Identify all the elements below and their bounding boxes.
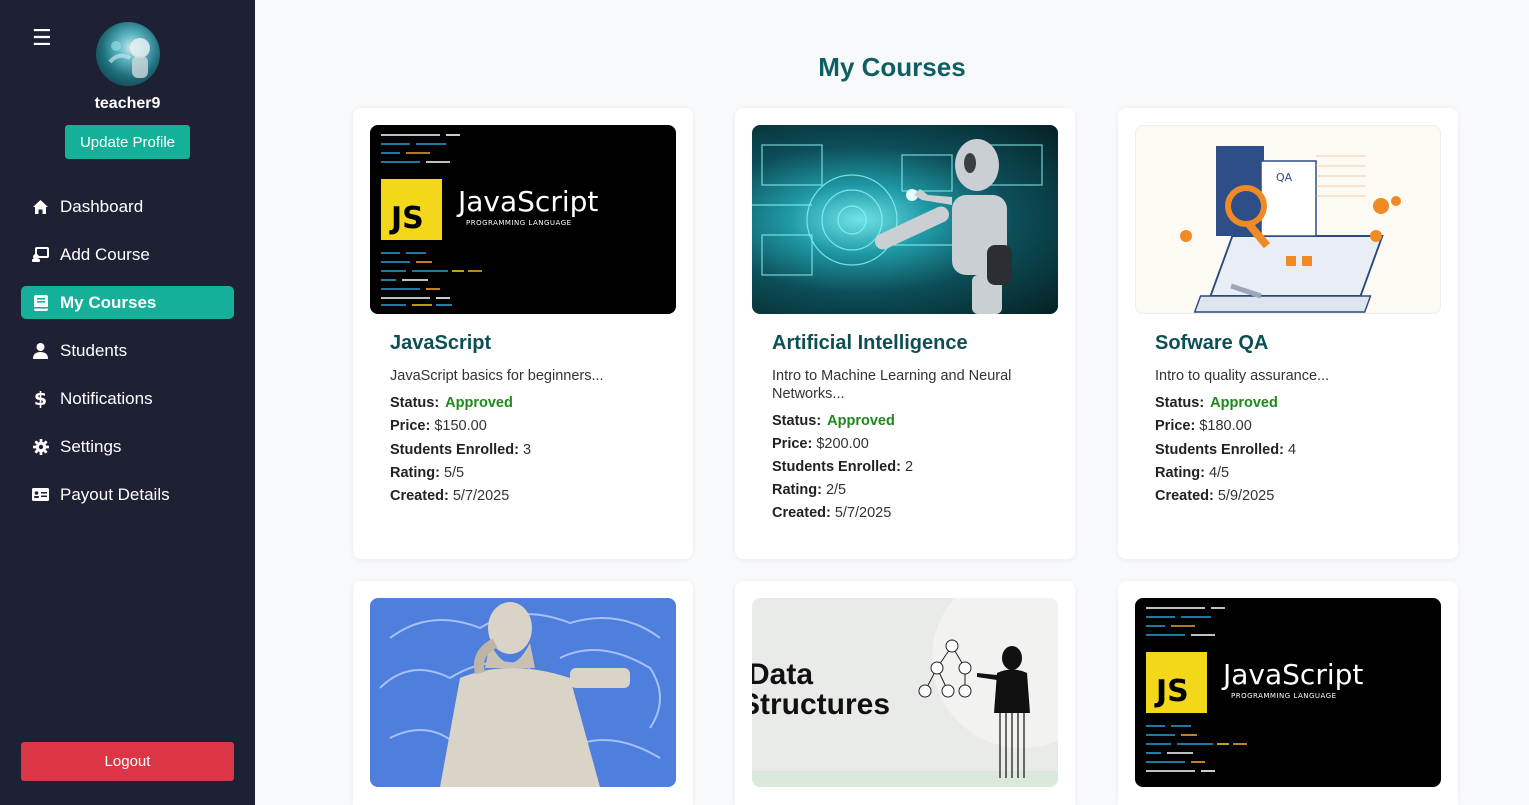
- course-price: Price: $180.00: [1155, 418, 1252, 434]
- sidebar-item-label: My Courses: [60, 292, 157, 312]
- hamburger-menu-icon[interactable]: ☰: [32, 28, 52, 50]
- course-title: Sofware QA: [1155, 332, 1269, 354]
- course-title: JavaScript: [390, 332, 492, 354]
- course-created: Created: 5/9/2025: [1155, 488, 1275, 504]
- course-created: Created: 5/7/2025: [772, 505, 892, 521]
- username: teacher9: [94, 95, 161, 112]
- course-description: Intro to Machine Learning and Neural Net…: [772, 368, 1012, 402]
- ai-robot-thumbnail: [752, 125, 1058, 314]
- data-structures-heading: Data Structures: [752, 658, 891, 721]
- sidebar-item-label: Students: [60, 340, 128, 360]
- sidebar-item-settings[interactable]: Settings: [21, 430, 234, 463]
- svg-text:QA: QA: [1276, 171, 1293, 184]
- course-card[interactable]: JS JavaScript PROGRAMMING LANGUAGE: [1118, 581, 1458, 805]
- sidebar-item-dashboard[interactable]: Dashboard: [21, 190, 234, 223]
- home-icon: [32, 198, 49, 215]
- course-students: Students Enrolled: 2: [772, 459, 914, 475]
- course-status: Status: Approved: [390, 395, 513, 411]
- data-structures-thumbnail: Data Structures: [752, 598, 1058, 787]
- qa-illustration-thumbnail: QA: [1135, 125, 1441, 314]
- course-card[interactable]: Artificial Intelligence Intro to Machine…: [735, 108, 1075, 559]
- javascript-thumbnail: JS JavaScript PROGRAMMING LANGUAGE: [370, 125, 676, 314]
- sidebar-item-students[interactable]: Students: [21, 334, 234, 367]
- sidebar-item-label: Add Course: [60, 244, 150, 264]
- sidebar-item-my-courses[interactable]: My Courses: [21, 286, 234, 319]
- user-icon: [32, 342, 49, 359]
- course-price: Price: $200.00: [772, 436, 869, 452]
- sidebar-item-label: Notifications: [60, 388, 153, 408]
- course-rating: Rating: 5/5: [390, 465, 465, 481]
- course-description: JavaScript basics for beginners...: [390, 368, 604, 384]
- course-rating: Rating: 4/5: [1155, 465, 1230, 481]
- course-title: Artificial Intelligence: [772, 332, 968, 354]
- sidebar-item-notifications[interactable]: $ Notifications: [21, 382, 234, 415]
- status-badge: Approved: [827, 413, 895, 429]
- course-students: Students Enrolled: 4: [1155, 442, 1297, 458]
- update-profile-button[interactable]: Update Profile: [65, 125, 190, 159]
- sidebar-item-label: Dashboard: [60, 196, 144, 216]
- avatar: [96, 22, 160, 86]
- id-card-icon: [32, 486, 49, 503]
- course-status: Status: Approved: [1155, 395, 1278, 411]
- course-rating: Rating: 2/5: [772, 482, 847, 498]
- status-badge: Approved: [445, 395, 513, 411]
- course-status: Status: Approved: [772, 413, 895, 429]
- course-description: Intro to quality assurance...: [1155, 368, 1330, 384]
- sidebar-item-add-course[interactable]: Add Course: [21, 238, 234, 271]
- page-title: My Courses: [818, 52, 966, 82]
- course-card[interactable]: JS JavaScript PROGRAMMING LANGUAGE JavaS…: [353, 108, 693, 559]
- sidebar-item-label: Settings: [60, 436, 122, 456]
- course-price: Price: $150.00: [390, 418, 487, 434]
- course-created: Created: 5/7/2025: [390, 488, 510, 504]
- philosophy-statue-thumbnail: [370, 598, 676, 787]
- dollar-icon: $: [33, 387, 48, 410]
- sidebar-item-payout-details[interactable]: Payout Details: [21, 478, 234, 511]
- course-students: Students Enrolled: 3: [390, 442, 532, 458]
- javascript-thumbnail: JS JavaScript PROGRAMMING LANGUAGE: [1135, 598, 1441, 787]
- book-icon: [32, 294, 49, 311]
- gear-icon: [32, 438, 49, 455]
- add-course-icon: [32, 246, 49, 263]
- sidebar-item-label: Payout Details: [60, 484, 170, 504]
- course-card[interactable]: [353, 581, 693, 805]
- js-logo: JS: [381, 179, 442, 240]
- status-badge: Approved: [1210, 395, 1278, 411]
- sidebar-nav: Dashboard Add Course My Courses Students…: [21, 190, 234, 526]
- course-card[interactable]: Data Structures: [735, 581, 1075, 805]
- js-logo: JS: [1146, 652, 1207, 713]
- sidebar: ☰ teacher9 Update Profile Dashboard Add …: [0, 0, 255, 805]
- logout-button[interactable]: Logout: [21, 742, 234, 781]
- course-card[interactable]: QA Sofware QA Intro to quality assurance…: [1118, 108, 1458, 559]
